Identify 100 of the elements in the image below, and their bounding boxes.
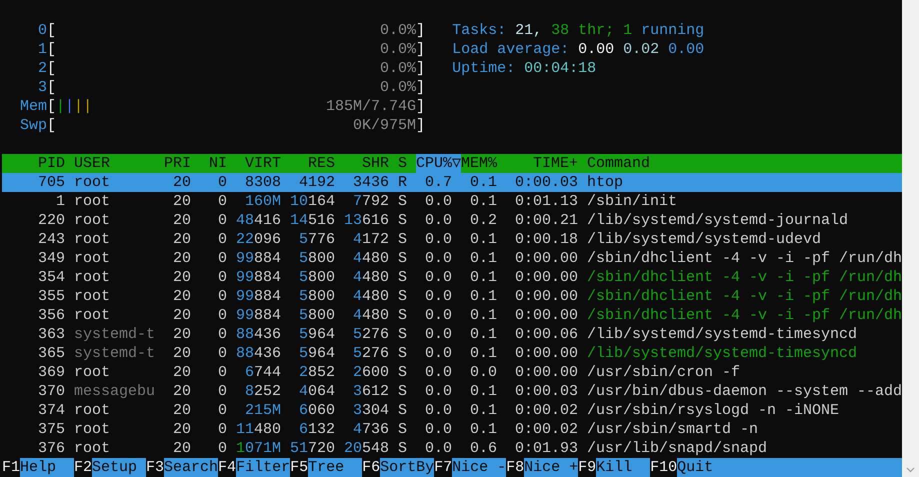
column-header[interactable]: S <box>398 154 407 173</box>
process-row[interactable]: 220 root 20 0 48416 14516 13616 S 0.0 0.2 0:00.21 /lib/systemd/systemd-journald <box>2 211 902 230</box>
process-row[interactable]: 243 root 20 0 22096 5776 4172 S 0.0 0.1 0:00.18 /lib/systemd/systemd-udevd <box>2 230 902 249</box>
function-key-button[interactable]: F3Search <box>146 458 218 477</box>
function-key-button[interactable]: F4Filter <box>218 458 290 477</box>
table-cell-text: root <box>74 306 112 325</box>
process-row[interactable]: 705 root 20 0 8308 4192 3436 R 0.7 0.1 0:00.03 htop <box>2 173 902 192</box>
table-cell-text: 0:00.03 <box>514 382 578 401</box>
table-cell-text: /lib/systemd/systemd-timesyncd <box>587 325 858 344</box>
column-header[interactable]: RES <box>290 154 335 173</box>
function-key-button[interactable]: F2Setup <box>74 458 146 477</box>
column-header[interactable]: USER <box>74 154 155 173</box>
meter-bar-text: | <box>65 97 74 116</box>
table-cell: /sbin/dhclient -4 -v -i -pf /run/dh <box>587 306 902 325</box>
meter-label: Swp <box>18 116 47 135</box>
table-cell-text: 3304 <box>352 401 389 420</box>
table-cell-text: 0 <box>216 363 227 382</box>
table-cell-text: 5964 <box>298 325 335 344</box>
column-header[interactable]: MEM% <box>461 154 497 173</box>
column-header[interactable]: CPU%▽ <box>416 154 461 173</box>
column-header[interactable]: TIME+ <box>506 154 578 173</box>
table-cell-text: 4064 <box>298 382 335 401</box>
table-cell-text: 20 <box>172 439 191 458</box>
table-cell-text: 354 <box>36 268 65 287</box>
meter-bracket: [ <box>47 59 56 78</box>
function-key-button[interactable]: F10Quit <box>650 458 732 477</box>
table-cell-text: 20 <box>172 211 191 230</box>
meter-value: 185M/7.74G <box>326 97 416 116</box>
table-cell-text: 0.0 <box>424 211 454 230</box>
table-cell-text: 20 <box>172 306 191 325</box>
table-cell-text: 0.0 <box>424 420 454 439</box>
table-cell-text: 0:00.06 <box>514 325 578 344</box>
table-cell-text: 0 <box>216 192 227 211</box>
table-cell-text: /lib/systemd/systemd-udevd <box>587 230 822 249</box>
table-cell-text: /lib/systemd/systemd-timesyncd <box>587 344 858 363</box>
process-row[interactable]: 374 root 20 0 215M 6060 3304 S 0.0 0.1 0:00.02 /usr/sbin/rsyslogd -n -iNONE <box>2 401 902 420</box>
process-row[interactable]: 349 root 20 0 99884 5800 4480 S 0.0 0.1 0:00.00 /sbin/dhclient -4 -v -i -pf /run/dh <box>2 249 902 268</box>
process-row[interactable]: 356 root 20 0 99884 5800 4480 S 0.0 0.1 0:00.00 /sbin/dhclient -4 -v -i -pf /run/dh <box>2 306 902 325</box>
function-key-button[interactable]: F5Tree <box>290 458 362 477</box>
table-cell-text: root <box>74 439 112 458</box>
process-row[interactable]: 370 messagebu 20 0 8252 4064 3612 S 0.0 0.1 0:00.03 /usr/bin/dbus-daemon --system --add <box>2 382 902 401</box>
process-row[interactable]: 365 systemd-t 20 0 88436 5964 5276 S 0.0 0.1 0:00.00 /lib/systemd/systemd-timesyncd <box>2 344 902 363</box>
table-cell-text: 0 <box>216 173 227 192</box>
scrollbar[interactable] <box>902 0 919 477</box>
table-cell-text: 20 <box>172 249 191 268</box>
table-cell-text: 3612 <box>352 382 389 401</box>
process-row[interactable]: 375 root 20 0 11480 6132 4736 S 0.0 0.1 0:00.02 /usr/sbin/smartd -n <box>2 420 902 439</box>
process-row[interactable]: 1 root 20 0 160M 10164 7792 S 0.0 0.1 0:01.13 /sbin/init <box>2 192 902 211</box>
table-cell-text: 0.0 <box>424 230 454 249</box>
meter-bracket: ] <box>416 40 426 59</box>
table-cell-text: 4480 <box>352 287 389 306</box>
column-header[interactable]: PRI <box>164 154 191 173</box>
table-cell-text: 20 <box>172 287 191 306</box>
table-cell: /sbin/dhclient -4 -v -i -pf /run/dh <box>587 287 902 306</box>
table-cell-text: 20 <box>172 325 191 344</box>
column-header[interactable]: VIRT <box>236 154 281 173</box>
table-cell-text: 0:00.21 <box>514 211 578 230</box>
chevron-down-icon[interactable] <box>906 467 915 473</box>
table-cell-text: 0 <box>216 344 227 363</box>
table-cell-text: 2600 <box>352 363 389 382</box>
process-row[interactable]: 354 root 20 0 99884 5800 4480 S 0.0 0.1 0:00.00 /sbin/dhclient -4 -v -i -pf /run/dh <box>2 268 902 287</box>
function-key-button[interactable]: F1Help <box>2 458 74 477</box>
table-cell-text: 705 <box>36 173 65 192</box>
function-key-button[interactable]: F6SortBy <box>362 458 434 477</box>
table-cell-text: 369 <box>36 363 65 382</box>
table-cell-text: 5776 <box>298 230 335 249</box>
table-cell-text: 20 <box>172 268 191 287</box>
table-cell: 99884 <box>236 287 281 306</box>
table-cell-text: 356 <box>36 306 65 325</box>
column-header[interactable]: PID <box>2 154 65 173</box>
table-cell-text: 0.1 <box>468 401 497 420</box>
function-key-button[interactable]: F8Nice + <box>506 458 578 477</box>
table-cell-text: 0:00.00 <box>514 344 578 363</box>
column-header[interactable]: Command <box>587 154 902 173</box>
table-cell-text: 0.1 <box>468 325 497 344</box>
table-cell-text: 20 <box>172 192 191 211</box>
summary-line: Uptime: 00:04:18 <box>452 59 598 78</box>
process-row[interactable]: 363 systemd-t 20 0 88436 5964 5276 S 0.0 0.1 0:00.06 /lib/systemd/systemd-timesyncd <box>2 325 902 344</box>
table-cell-text: 8252 <box>244 382 281 401</box>
table-cell-text: 6060 <box>298 401 335 420</box>
process-row[interactable]: 376 root 20 0 1071M 51720 20548 S 0.0 0.6 0:01.93 /usr/lib/snapd/snapd <box>2 439 902 458</box>
table-cell-text: /lib/systemd/systemd-journald <box>587 211 850 230</box>
process-row[interactable]: 355 root 20 0 99884 5800 4480 S 0.0 0.1 0:00.00 /sbin/dhclient -4 -v -i -pf /run/dh <box>2 287 902 306</box>
column-header[interactable]: NI <box>200 154 227 173</box>
table-cell-text: 4172 <box>352 230 389 249</box>
table-cell: S <box>398 382 407 401</box>
table-cell-text: 0.7 <box>424 173 454 192</box>
function-key-button[interactable]: F9Kill <box>578 458 650 477</box>
table-cell: S <box>398 211 407 230</box>
table-cell-text: 365 <box>36 344 65 363</box>
table-cell-text: 0.1 <box>468 306 497 325</box>
column-header[interactable]: SHR <box>344 154 389 173</box>
table-cell: /sbin/dhclient -4 -v -i -pf /run/dh <box>587 268 902 287</box>
table-cell-text: 0:00.00 <box>514 306 578 325</box>
table-cell-text: root <box>74 268 112 287</box>
function-key-button[interactable]: F7Nice - <box>434 458 506 477</box>
process-row[interactable]: 369 root 20 0 6744 2852 2600 S 0.0 0.0 0:00.00 /usr/sbin/cron -f <box>2 363 902 382</box>
table-cell: S <box>398 306 407 325</box>
table-cell-text: 0.1 <box>468 173 497 192</box>
table-cell-text: 0.6 <box>468 439 497 458</box>
